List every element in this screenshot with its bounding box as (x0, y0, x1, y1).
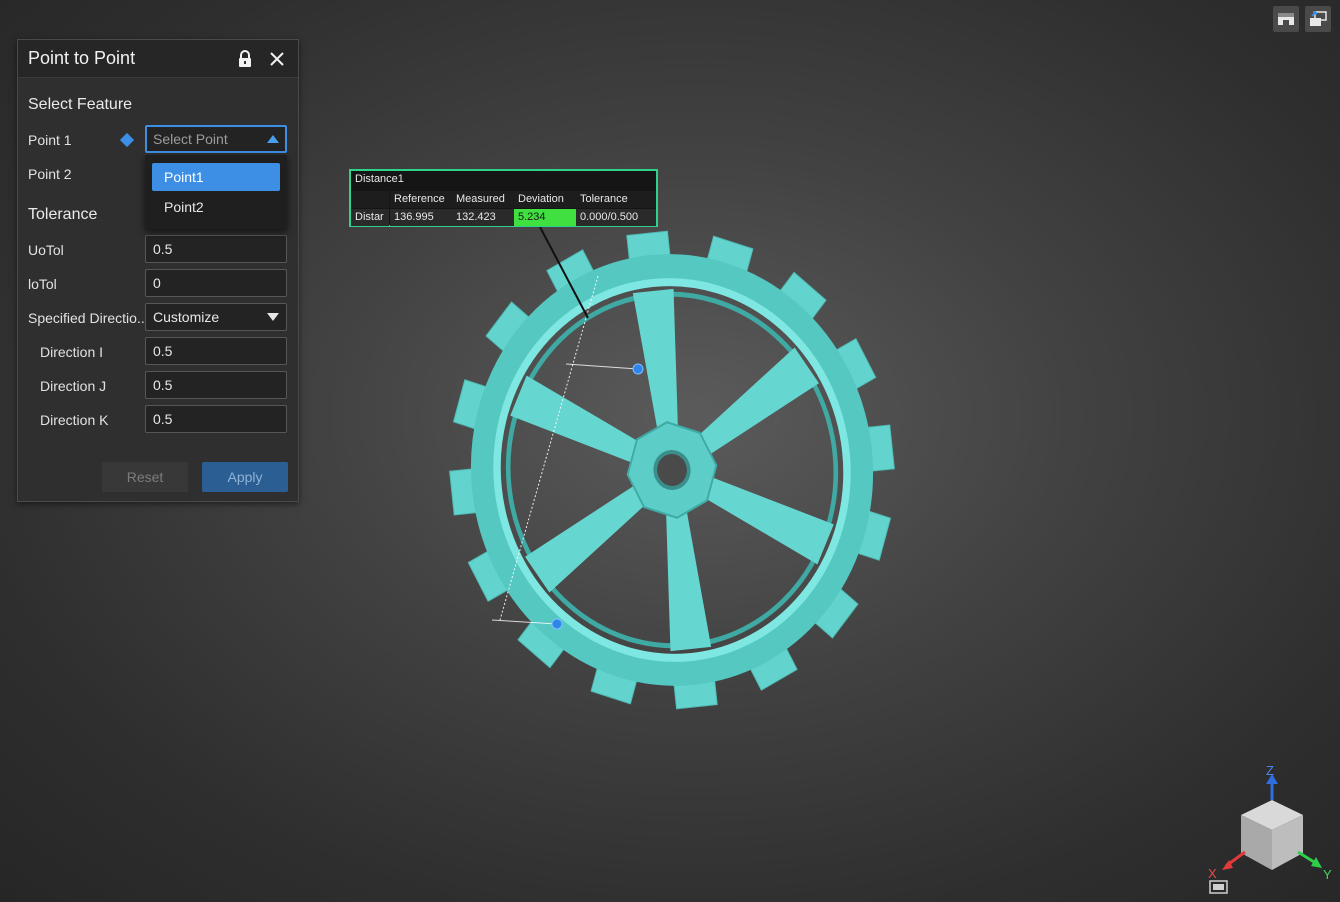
tolerance-value: 0.000/0.500 (576, 209, 656, 226)
point-dropdown-menu: Point1 Point2 (145, 155, 287, 229)
point1-label: Point 1 (28, 132, 72, 148)
point2-label: Point 2 (28, 166, 72, 182)
direction-value: Customize (153, 309, 220, 325)
measurement-title: Distance1 (355, 173, 404, 185)
swap-view-icon[interactable] (1305, 6, 1331, 32)
header-blank (351, 191, 389, 208)
lotol-value: 0 (153, 275, 161, 291)
apply-button[interactable]: Apply (202, 462, 288, 492)
direction-k-value: 0.5 (153, 411, 173, 427)
header-tolerance: Tolerance (576, 191, 656, 208)
measured-value: 132.423 (452, 209, 514, 226)
tolerance-title: Tolerance (28, 206, 98, 223)
uotol-value: 0.5 (153, 241, 173, 257)
direction-j-label: Direction J (40, 378, 107, 394)
direction-j-value: 0.5 (153, 377, 173, 393)
lock-icon[interactable] (234, 48, 256, 70)
deviation-value: 5.234 (514, 209, 576, 226)
direction-i-value: 0.5 (153, 343, 173, 359)
header-reference: Reference (390, 191, 452, 208)
measure-point-1-marker[interactable] (632, 363, 644, 375)
header-deviation: Deviation (514, 191, 576, 208)
uotol-input[interactable]: 0.5 (145, 235, 287, 263)
direction-i-input[interactable]: 0.5 (145, 337, 287, 365)
fit-view-icon[interactable] (1209, 880, 1228, 894)
dropdown-option-point2[interactable]: Point2 (152, 193, 280, 221)
measurement-result-box[interactable]: Distance1 Reference Measured Deviation T… (349, 169, 658, 227)
active-diamond-icon (119, 132, 135, 148)
select-feature-title: Select Feature (28, 96, 133, 113)
lotol-label: loTol (28, 276, 57, 292)
direction-j-input[interactable]: 0.5 (145, 371, 287, 399)
panel-title: Point to Point (28, 48, 136, 68)
point1-select[interactable]: Select Point (145, 125, 287, 153)
gear-model[interactable] (427, 210, 917, 730)
direction-select[interactable]: Customize (145, 303, 287, 331)
chevron-up-icon[interactable] (267, 135, 279, 143)
chevron-down-icon[interactable] (267, 313, 279, 321)
direction-label: Specified Directio.. (28, 310, 145, 326)
point1-placeholder: Select Point (153, 131, 228, 147)
uotol-label: UoTol (28, 242, 64, 258)
layout-toggle-icon[interactable] (1273, 6, 1299, 32)
point-to-point-panel: Point to Point Select Feature Point 1 Se… (17, 39, 299, 502)
close-icon[interactable] (266, 48, 288, 70)
reset-button[interactable]: Reset (102, 462, 188, 492)
view-cube[interactable] (1241, 800, 1303, 870)
direction-k-label: Direction K (40, 412, 109, 428)
reference-value: 136.995 (390, 209, 452, 226)
direction-k-input[interactable]: 0.5 (145, 405, 287, 433)
measure-point-2-marker[interactable] (551, 618, 563, 630)
dropdown-option-point1[interactable]: Point1 (152, 163, 280, 191)
axis-label-y: Y (1323, 867, 1332, 882)
header-measured: Measured (452, 191, 514, 208)
axis-label-x: X (1208, 866, 1217, 881)
panel-header: Point to Point (18, 40, 298, 78)
lotol-input[interactable]: 0 (145, 269, 287, 297)
direction-i-label: Direction I (40, 344, 104, 360)
row-label: Distar (351, 209, 389, 226)
axis-label-z: Z (1266, 763, 1274, 778)
